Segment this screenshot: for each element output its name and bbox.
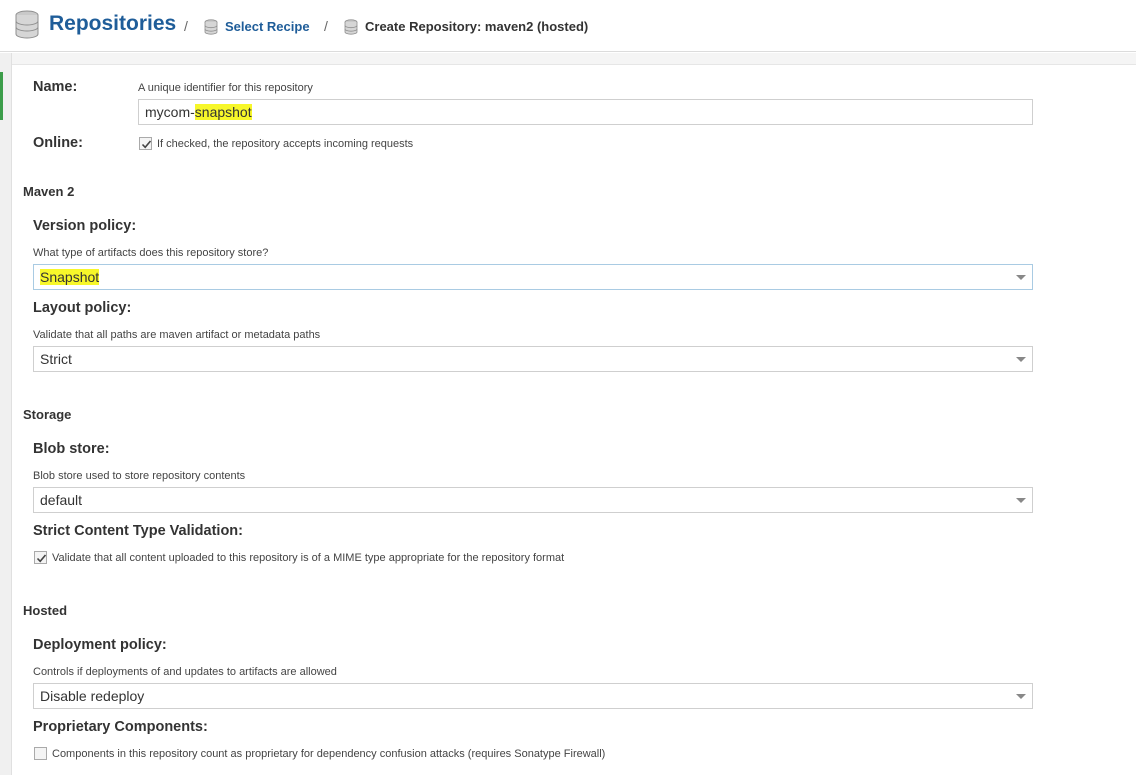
database-icon	[15, 10, 39, 39]
name-help: A unique identifier for this repository	[138, 82, 313, 94]
layout-policy-label: Layout policy:	[33, 300, 132, 316]
page-header: Repositories / Select Recipe / Create Re…	[0, 0, 1136, 52]
caret-down-icon	[1016, 357, 1026, 362]
caret-down-icon	[1016, 694, 1026, 699]
version-policy-select[interactable]: Snapshot	[33, 264, 1033, 290]
name-input-value: mycom-snapshot	[145, 104, 252, 120]
deployment-policy-help: Controls if deployments of and updates t…	[33, 666, 337, 678]
blob-store-value: default	[40, 492, 83, 508]
name-label: Name:	[33, 79, 78, 95]
breadcrumb-current: Create Repository: maven2 (hosted)	[365, 19, 589, 34]
side-strip	[0, 53, 12, 775]
version-policy-value: Snapshot	[40, 269, 100, 285]
checkmark-icon	[141, 140, 152, 149]
section-storage: Storage	[23, 407, 72, 422]
blob-store-select[interactable]: default	[33, 487, 1033, 513]
section-maven2: Maven 2	[23, 184, 75, 199]
panel-top-border	[12, 53, 1136, 65]
page-title[interactable]: Repositories	[49, 12, 176, 36]
breadcrumb-select-recipe[interactable]: Select Recipe	[225, 19, 310, 34]
caret-down-icon	[1016, 498, 1026, 503]
breadcrumb-separator: /	[184, 18, 188, 34]
strict-validation-label: Strict Content Type Validation:	[33, 523, 243, 539]
version-policy-help: What type of artifacts does this reposit…	[33, 247, 269, 259]
online-checkbox-text: If checked, the repository accepts incom…	[157, 138, 414, 150]
deployment-policy-label: Deployment policy:	[33, 637, 167, 653]
version-policy-label: Version policy:	[33, 218, 137, 234]
active-indicator	[0, 72, 3, 120]
proprietary-components-checkbox[interactable]	[34, 747, 47, 760]
proprietary-components-label: Proprietary Components:	[33, 719, 208, 735]
checkmark-icon	[36, 554, 47, 563]
blob-store-help: Blob store used to store repository cont…	[33, 470, 246, 482]
layout-policy-help: Validate that all paths are maven artifa…	[33, 329, 321, 341]
breadcrumb-separator: /	[324, 18, 328, 34]
proprietary-components-text: Components in this repository count as p…	[52, 748, 606, 760]
strict-validation-text: Validate that all content uploaded to th…	[52, 552, 565, 564]
strict-validation-checkbox[interactable]	[34, 551, 47, 564]
deployment-policy-value: Disable redeploy	[40, 688, 145, 704]
layout-policy-value: Strict	[40, 351, 72, 367]
deployment-policy-select[interactable]: Disable redeploy	[33, 683, 1033, 709]
section-hosted: Hosted	[23, 603, 68, 618]
name-input[interactable]: mycom-snapshot	[138, 99, 1033, 125]
online-label: Online:	[33, 135, 83, 151]
online-checkbox[interactable]	[139, 137, 152, 150]
database-icon	[204, 19, 218, 35]
layout-policy-select[interactable]: Strict	[33, 346, 1033, 372]
database-icon	[344, 19, 358, 35]
caret-down-icon	[1016, 275, 1026, 280]
blob-store-label: Blob store:	[33, 441, 110, 457]
